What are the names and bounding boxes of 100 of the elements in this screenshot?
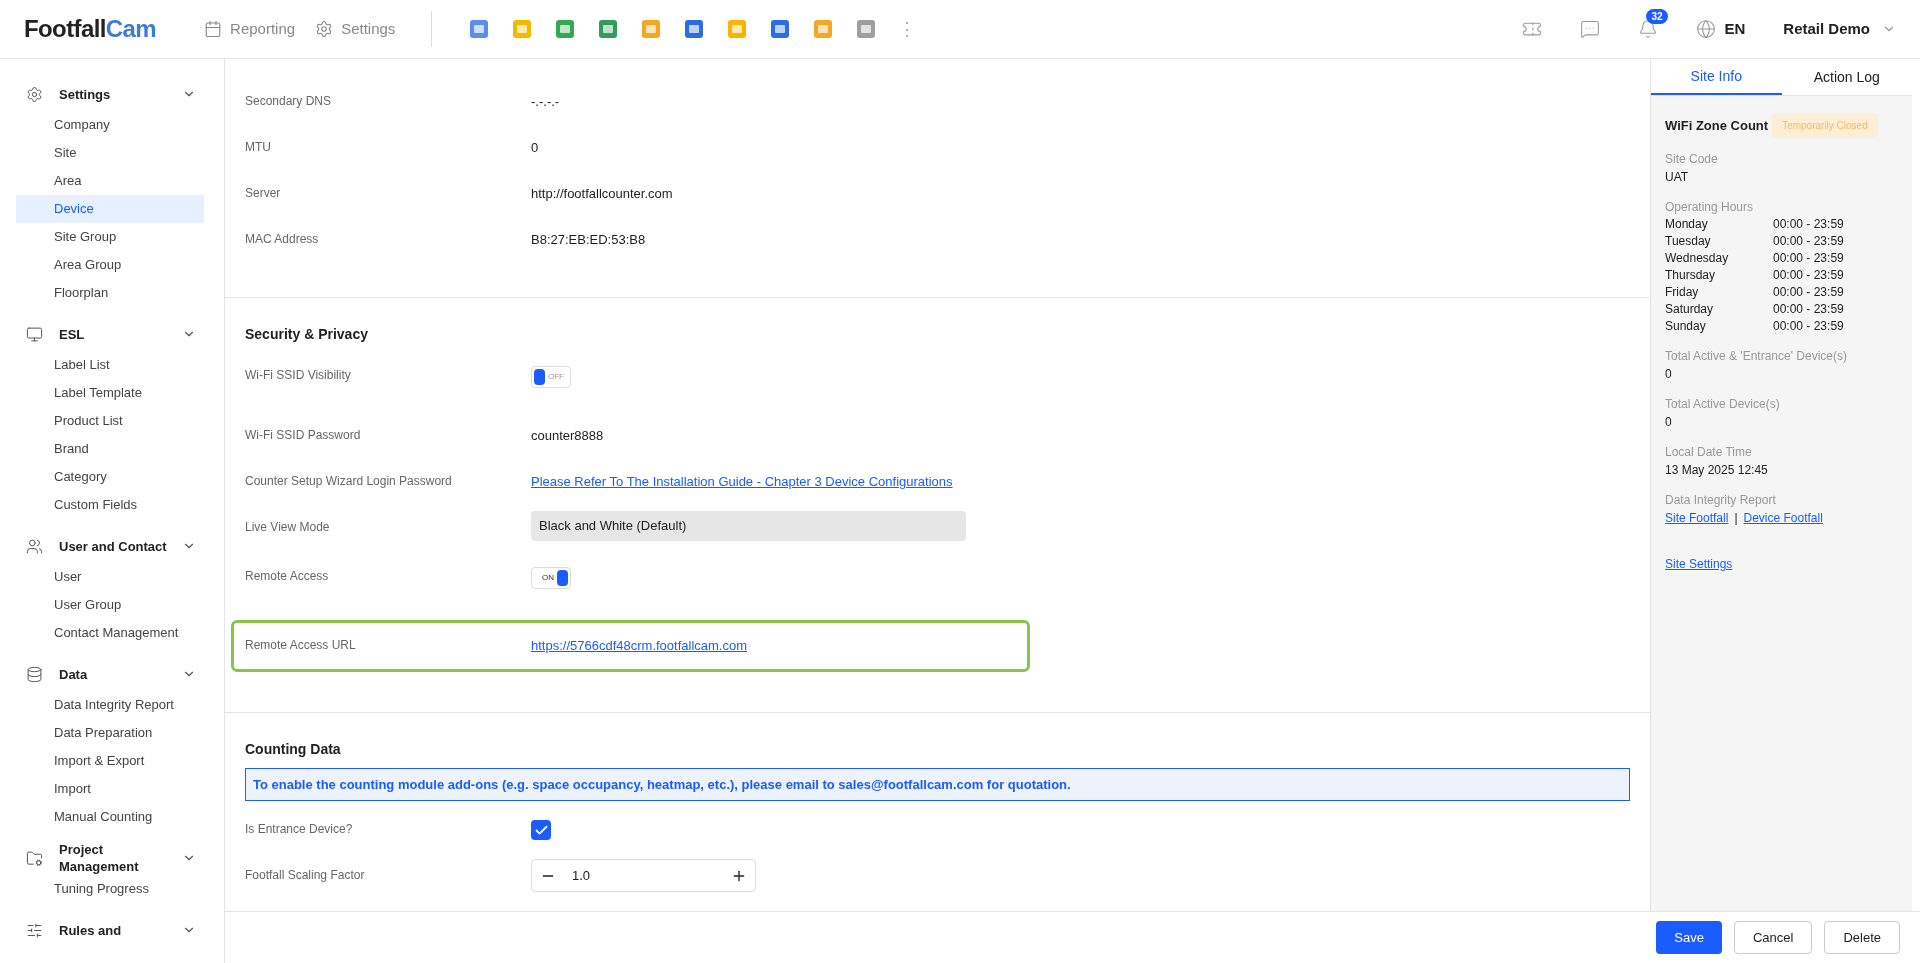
stepper-value: 1.0 <box>572 866 592 885</box>
sliders-icon <box>26 921 43 939</box>
sidebar-item[interactable]: Site <box>16 139 204 167</box>
nav-link[interactable]: Settings <box>315 17 396 41</box>
account-menu[interactable]: Retail Demo <box>1783 17 1870 41</box>
field-label: MTU <box>245 139 272 156</box>
number-stepper[interactable]: 1.0 <box>531 859 756 892</box>
link[interactable]: Device Footfall <box>1743 509 1823 527</box>
sidebar-item[interactable]: Tuning Progress <box>16 875 204 903</box>
time-range: 00:00 - 23:59 <box>1773 233 1844 250</box>
panel-title: WiFi Zone Count <box>1665 116 1769 135</box>
sidebar-item[interactable]: Data Preparation <box>16 719 204 747</box>
sidebar-group[interactable]: User and Contact <box>59 537 182 555</box>
day-label: Thursday <box>1665 267 1717 284</box>
field-value: UAT <box>1665 169 1690 186</box>
notification-badge: 32 <box>1646 9 1668 24</box>
sidebar-item[interactable]: Manual Counting <box>16 803 204 831</box>
time-range: 00:00 - 23:59 <box>1773 301 1844 318</box>
field-value: http://footfallcounter.com <box>531 185 673 203</box>
time-range: 00:00 - 23:59 <box>1773 250 1844 267</box>
sidebar-item[interactable]: Product List <box>16 407 204 435</box>
sidebar-item[interactable]: Brand <box>16 435 204 463</box>
field-label: Wi-Fi SSID Visibility <box>245 367 352 384</box>
field-value: B8:27:EB:ED:53:B8 <box>531 231 646 249</box>
toggle-switch[interactable]: ON <box>531 567 571 589</box>
sidebar-item[interactable]: User Group <box>16 591 204 619</box>
language-selector[interactable]: EN <box>1724 17 1746 41</box>
sidebar-item[interactable]: Label Template <box>16 379 204 407</box>
sidebar-item[interactable]: Company <box>16 111 204 139</box>
field-value: -.-.-.- <box>531 93 560 111</box>
day-label: Monday <box>1665 216 1709 233</box>
sidebar-item[interactable]: Import & Export <box>16 747 204 775</box>
field-value: counter8888 <box>531 427 604 445</box>
sidebar-group[interactable]: ESL <box>59 325 182 343</box>
field-label: Server <box>245 185 282 202</box>
settings-icon <box>26 85 43 103</box>
field-label: Local Date Time <box>1665 444 1753 461</box>
notification-icon[interactable] <box>1638 19 1659 39</box>
time-range: 00:00 - 23:59 <box>1773 284 1844 301</box>
field-label: Counter Setup Wizard Login Password <box>245 473 453 490</box>
field-label: MAC Address <box>245 231 320 248</box>
sidebar-item[interactable]: Data Integrity Report <box>16 691 204 719</box>
sidebar-group[interactable]: Rules and <box>59 921 182 939</box>
link[interactable]: Site Settings <box>1665 555 1898 573</box>
day-label: Saturday <box>1665 301 1715 318</box>
field-label: Live View Mode <box>245 519 331 536</box>
field-label: Total Active Device(s) <box>1665 396 1781 413</box>
field-label: Wi-Fi SSID Password <box>245 427 362 444</box>
sidebar-item[interactable]: User <box>16 563 204 591</box>
field-label: Is Entrance Device? <box>245 821 354 838</box>
link[interactable]: Please Refer To The Installation Guide - Chapter 3 Device Configurations <box>531 472 953 492</box>
day-label: Wednesday <box>1665 250 1730 267</box>
field-label: Remote Access URL <box>245 637 357 654</box>
footer-button[interactable]: Delete <box>1824 921 1900 954</box>
day-label: Sunday <box>1665 318 1707 335</box>
time-range: 00:00 - 23:59 <box>1773 267 1844 284</box>
logo[interactable]: FootfallCam <box>24 11 157 47</box>
chat-icon[interactable] <box>1580 19 1601 39</box>
nav-link[interactable]: Reporting <box>204 17 296 41</box>
link[interactable]: https://5766cdf48crm.footfallcam.com <box>531 636 748 656</box>
monitor-icon <box>26 325 43 343</box>
footer-button[interactable]: Save <box>1656 921 1722 954</box>
sidebar-item[interactable]: Area Group <box>16 251 204 279</box>
section-title: Counting Data <box>245 739 342 759</box>
globe-icon[interactable] <box>1696 19 1717 39</box>
link[interactable]: Site Footfall <box>1665 509 1729 527</box>
users-icon <box>26 537 43 555</box>
sidebar-item[interactable]: Custom Fields <box>16 491 204 519</box>
sidebar-group[interactable]: Project Management <box>59 841 182 875</box>
field-value: 0 <box>531 139 539 157</box>
field-value: 0 <box>1665 366 1673 383</box>
sidebar-item[interactable]: Area <box>16 167 204 195</box>
field-label: Total Active & 'Entrance' Device(s) <box>1665 348 1848 365</box>
time-range: 00:00 - 23:59 <box>1773 216 1844 233</box>
panel-tab[interactable]: Site Info <box>1651 59 1782 95</box>
field-value: 0 <box>1665 414 1673 431</box>
field-value: 13 May 2025 12:45 <box>1665 462 1769 479</box>
sidebar-item[interactable]: Import <box>16 775 204 803</box>
panel-tab[interactable]: Action Log <box>1781 59 1912 95</box>
day-label: Friday <box>1665 284 1700 301</box>
sidebar-group[interactable]: Data <box>59 665 182 683</box>
sidebar-group[interactable]: Settings <box>59 85 182 103</box>
select-field[interactable]: Black and White (Default) <box>531 511 966 541</box>
settings-icon <box>315 20 334 38</box>
sidebar-item[interactable]: Device <box>16 195 204 223</box>
field-label: Remote Access <box>245 568 330 585</box>
field-label: Site Code <box>1665 151 1719 168</box>
sidebar-item[interactable]: Category <box>16 463 204 491</box>
sidebar-item[interactable]: Contact Management <box>16 619 204 647</box>
field-label: Secondary DNS <box>245 93 333 110</box>
info-notice: To enable the counting module add-ons (e.g. space occupancy, heatmap, etc.), please email to sales@footfallcam.com for quotation. <box>245 767 1630 801</box>
sidebar-item[interactable]: Floorplan <box>16 279 204 307</box>
sidebar-item[interactable]: Site Group <box>16 223 204 251</box>
footer-button[interactable]: Cancel <box>1733 921 1813 954</box>
sidebar-item[interactable]: Label List <box>16 351 204 379</box>
time-range: 00:00 - 23:59 <box>1773 318 1844 335</box>
status-badge: Temporarily Closed <box>1772 113 1878 138</box>
field-label: Footfall Scaling Factor <box>245 867 366 884</box>
day-label: Tuesday <box>1665 233 1712 250</box>
checkbox[interactable] <box>531 820 551 840</box>
